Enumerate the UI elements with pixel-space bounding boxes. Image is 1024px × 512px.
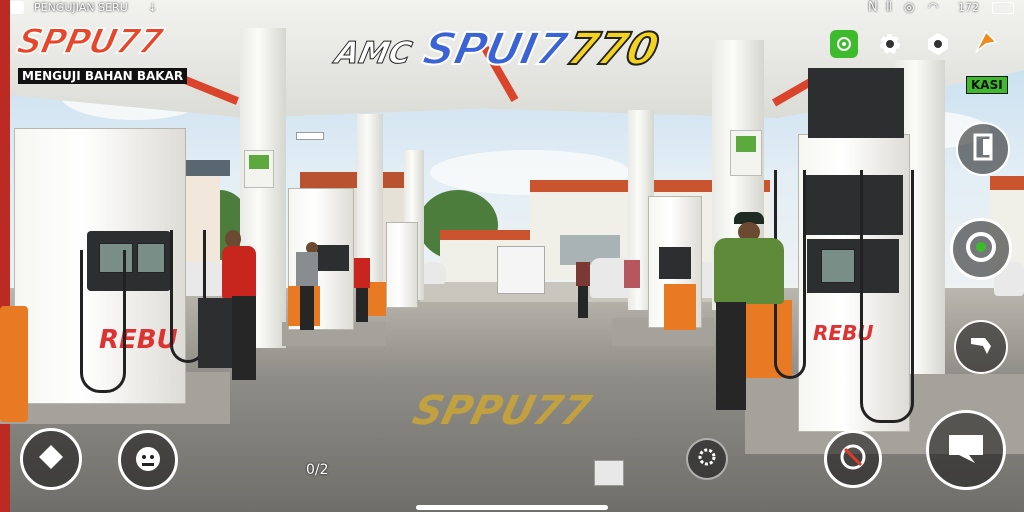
pump-screen (821, 249, 855, 283)
boost-icon[interactable] (972, 28, 1000, 56)
chat-icon (945, 431, 987, 469)
game-scene: REBU REBU SPPU77 PENGUJIAN SERU ⇣ N ⦀ ◎ … (0, 0, 1024, 512)
pump-screen (137, 243, 165, 273)
diamond-button[interactable] (20, 428, 82, 490)
game-logo: SPPU77 (13, 21, 166, 63)
customer[interactable] (296, 252, 318, 286)
attendant-red-shirt[interactable] (222, 246, 256, 298)
door-icon (971, 133, 995, 165)
trash-bin (0, 306, 28, 422)
horn-button[interactable] (118, 430, 178, 490)
hexagon-icon[interactable] (924, 30, 952, 58)
progress-counter: 0/2 (306, 462, 329, 478)
building-roof (440, 230, 530, 240)
trash-bin (368, 282, 386, 316)
fuel-nozzle-icon (967, 332, 995, 362)
pump-hose (80, 250, 126, 393)
settings-badge-button[interactable] (686, 438, 728, 480)
banner-title-blue: SPUI7 (418, 23, 572, 76)
alarm-icon: ◎ (904, 0, 915, 14)
ceiling-light (296, 132, 324, 140)
pillar-sign (244, 150, 274, 188)
pump-display-panel (317, 245, 349, 271)
fuel-pump[interactable] (386, 222, 418, 308)
pedestrian[interactable] (624, 260, 640, 288)
delivery-truck (497, 246, 545, 294)
battery-icon (992, 2, 1014, 14)
sync-icon: ⇣ (148, 1, 158, 14)
battery-text: 172 (958, 1, 979, 14)
building-roof (990, 176, 1024, 190)
attendant-red-shirt[interactable] (354, 258, 370, 288)
mini-label: KASI (966, 76, 1008, 94)
cancel-button[interactable] (824, 430, 882, 488)
game-subtitle: MENGUJI BAHAN BAKAR (18, 68, 188, 84)
floor-logo-text: SPPU77 (408, 388, 596, 434)
pedestrian[interactable] (576, 262, 590, 286)
camera-icon[interactable] (830, 30, 858, 58)
attendant-legs (716, 302, 746, 410)
attendant-legs (356, 288, 368, 322)
status-left-label: PENGUJIAN SERU (34, 1, 128, 14)
item-slot[interactable] (594, 460, 624, 486)
pump-base (664, 284, 696, 330)
app-icon (10, 1, 24, 14)
wifi-icon: ◠ (928, 0, 939, 14)
steering-wheel-icon (964, 230, 998, 268)
house-roof (300, 172, 410, 188)
pillar-sign (730, 130, 762, 176)
nfc-icon: N (868, 0, 878, 15)
gear-badge-icon (695, 445, 719, 473)
left-frame-pillar (0, 0, 10, 512)
banner-prefix: AMC (332, 36, 416, 72)
chat-button[interactable] (926, 410, 1006, 490)
settings-gear-icon[interactable] (876, 30, 904, 58)
status-bar: PENGUJIAN SERU ⇣ N ⦀ ◎ ◠ 172 (0, 0, 1024, 16)
steering-button[interactable] (950, 218, 1012, 280)
pedestrian-legs (578, 286, 588, 318)
attendant-green-uniform[interactable] (714, 238, 784, 304)
home-indicator[interactable] (416, 505, 608, 510)
vibrate-icon: ⦀ (886, 0, 892, 15)
pump-canopy-head (808, 68, 904, 138)
customer-legs (300, 286, 314, 330)
attendant-legs (232, 296, 256, 380)
fuel-nozzle-button[interactable] (954, 320, 1008, 374)
pump-display-panel (659, 247, 691, 279)
diamond-icon (36, 442, 66, 476)
banner-title-yellow: 770 (562, 23, 664, 76)
pump-hose (860, 170, 914, 423)
no-entry-icon (838, 442, 868, 476)
door-button[interactable] (956, 122, 1010, 176)
face-icon (132, 443, 164, 477)
